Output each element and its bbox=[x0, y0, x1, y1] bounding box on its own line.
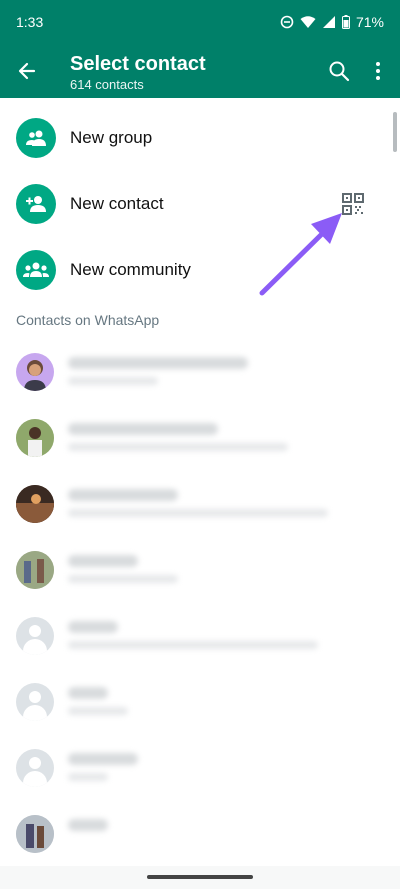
group-icon bbox=[26, 130, 46, 146]
search-button[interactable] bbox=[326, 58, 352, 84]
contact-status-redacted bbox=[68, 443, 288, 451]
new-community-item[interactable]: New community bbox=[0, 240, 400, 300]
contact-avatar bbox=[16, 485, 54, 523]
contact-status-redacted bbox=[68, 773, 108, 781]
battery-percent: 71% bbox=[355, 14, 384, 30]
avatar-photo-icon bbox=[24, 360, 46, 391]
page-title: Select contact bbox=[70, 53, 206, 75]
person-add-icon bbox=[26, 196, 46, 212]
contact-avatar bbox=[16, 551, 54, 589]
contact-name-redacted bbox=[68, 687, 108, 699]
default-avatar-icon bbox=[16, 617, 54, 655]
section-header: Contacts on WhatsApp bbox=[16, 312, 160, 328]
new-community-label: New community bbox=[70, 260, 191, 279]
search-icon bbox=[329, 61, 350, 82]
title-block: Select contact 614 contacts bbox=[70, 52, 206, 94]
new-community-avatar bbox=[16, 250, 56, 290]
default-avatar-icon bbox=[16, 749, 54, 787]
contact-name-redacted bbox=[68, 489, 178, 501]
contact-item[interactable] bbox=[0, 539, 380, 605]
contact-status-redacted bbox=[68, 509, 328, 517]
contact-name-redacted bbox=[68, 753, 138, 765]
new-contact-label: New contact bbox=[70, 194, 164, 213]
avatar-photo-icon bbox=[16, 815, 54, 853]
contact-item[interactable] bbox=[0, 407, 380, 473]
default-avatar-icon bbox=[16, 683, 54, 721]
back-button[interactable] bbox=[14, 58, 40, 84]
avatar-photo-icon bbox=[16, 485, 54, 523]
contact-item[interactable] bbox=[0, 605, 380, 671]
contact-item[interactable] bbox=[0, 803, 380, 866]
avatar-photo-icon bbox=[16, 419, 54, 457]
dnd-icon bbox=[280, 15, 294, 29]
contact-name-redacted bbox=[68, 423, 218, 435]
more-vert-icon bbox=[376, 62, 380, 80]
contact-list: New group New contact New community Cont… bbox=[0, 98, 400, 866]
contact-name-redacted bbox=[68, 819, 108, 831]
gesture-handle[interactable] bbox=[147, 875, 253, 879]
wifi-icon bbox=[300, 16, 316, 28]
contact-avatar bbox=[16, 815, 54, 853]
contact-item[interactable] bbox=[0, 737, 380, 803]
new-group-label: New group bbox=[70, 128, 153, 147]
qr-code-icon bbox=[342, 193, 364, 215]
navigation-bar bbox=[0, 866, 400, 889]
contact-status-redacted bbox=[68, 377, 158, 385]
contact-avatar bbox=[16, 419, 54, 457]
scrollbar-thumb[interactable] bbox=[393, 112, 397, 152]
new-contact-avatar bbox=[16, 184, 56, 224]
contact-status-redacted bbox=[68, 575, 178, 583]
community-icon bbox=[23, 262, 49, 277]
qr-code-button[interactable] bbox=[340, 191, 366, 217]
app-bar: Select contact 614 contacts bbox=[0, 44, 400, 98]
new-group-avatar bbox=[16, 118, 56, 158]
contact-item[interactable] bbox=[0, 671, 380, 737]
contact-name-redacted bbox=[68, 621, 118, 633]
signal-icon bbox=[322, 16, 335, 28]
back-arrow-icon bbox=[18, 62, 36, 80]
contact-status-redacted bbox=[68, 641, 318, 649]
more-options-button[interactable] bbox=[368, 58, 388, 84]
status-icons: 71% bbox=[280, 14, 384, 30]
contact-count: 614 contacts bbox=[70, 77, 144, 92]
contact-item[interactable] bbox=[0, 473, 380, 539]
new-group-item[interactable]: New group bbox=[0, 108, 400, 168]
contact-item[interactable] bbox=[0, 341, 380, 407]
contact-name-redacted bbox=[68, 357, 248, 369]
battery-icon bbox=[341, 15, 350, 29]
contact-avatar bbox=[16, 353, 54, 391]
avatar-photo-icon bbox=[16, 551, 54, 589]
contact-name-redacted bbox=[68, 555, 138, 567]
status-bar: 1:33 71% bbox=[0, 0, 400, 44]
contact-status-redacted bbox=[68, 707, 128, 715]
status-time: 1:33 bbox=[16, 14, 44, 30]
